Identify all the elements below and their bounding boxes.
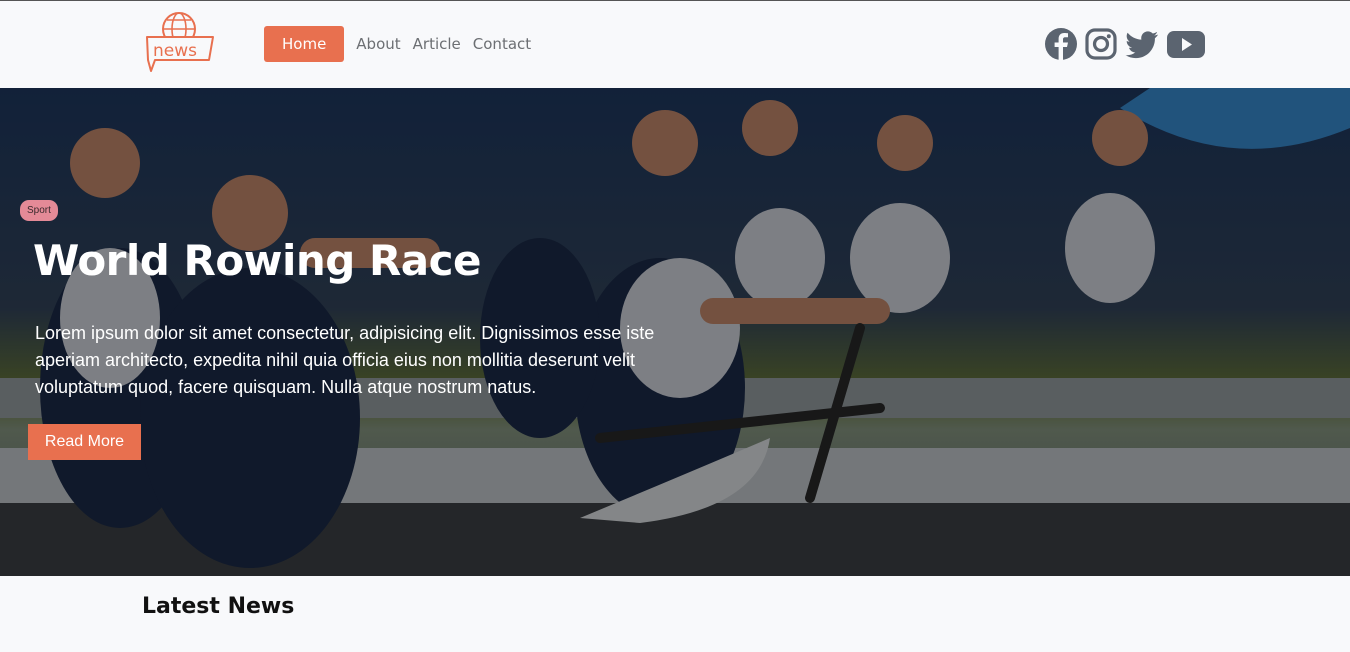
logo-text: news xyxy=(153,41,197,61)
youtube-icon[interactable] xyxy=(1166,27,1206,61)
nav-contact-link[interactable]: Contact xyxy=(473,35,531,53)
main-nav: Home About Article Contact xyxy=(264,26,543,62)
social-links xyxy=(1044,27,1206,61)
nav-home-link[interactable]: Home xyxy=(264,26,345,62)
category-badge[interactable]: Sport xyxy=(20,200,58,221)
instagram-icon[interactable] xyxy=(1084,27,1118,61)
hero-title: World Rowing Race xyxy=(33,236,482,285)
news-logo-icon[interactable]: news xyxy=(143,9,217,75)
read-more-button[interactable]: Read More xyxy=(28,424,141,460)
latest-news-heading: Latest News xyxy=(142,594,295,619)
site-header: news Home About Article Contact xyxy=(0,1,1350,88)
facebook-icon[interactable] xyxy=(1044,27,1078,61)
twitter-icon[interactable] xyxy=(1124,27,1160,61)
nav-about-link[interactable]: About xyxy=(356,35,400,53)
hero-description: Lorem ipsum dolor sit amet consectetur, … xyxy=(35,323,655,397)
nav-article-link[interactable]: Article xyxy=(413,35,461,53)
hero-banner: Sport World Rowing Race Lorem ipsum dolo… xyxy=(0,88,1350,576)
